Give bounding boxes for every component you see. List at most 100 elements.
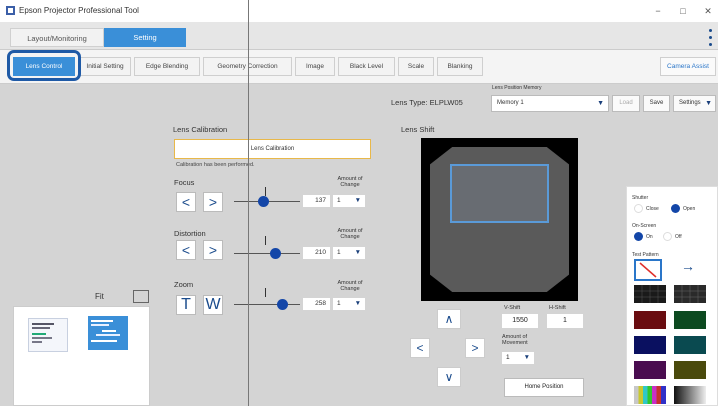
tab-setting[interactable]: Setting xyxy=(104,28,186,47)
lens-position-memory-label: Lens Position Memory xyxy=(492,85,542,91)
fit-label: Fit xyxy=(95,292,104,301)
zoom-slider-tick xyxy=(265,288,266,297)
zoom-slider-track xyxy=(234,304,300,305)
lens-type-label: Lens Type: ELPLW05 xyxy=(391,98,463,107)
close-button[interactable]: ✕ xyxy=(701,5,715,17)
shutter-close-label: Close xyxy=(646,206,659,212)
subtab-image[interactable]: Image xyxy=(295,57,335,76)
projector-card-2[interactable] xyxy=(88,316,128,350)
shift-left-button[interactable]: < xyxy=(410,338,430,358)
zoom-wide-button[interactable]: W xyxy=(203,295,223,315)
shutter-open-radio[interactable] xyxy=(671,204,680,213)
distortion-decrease-button[interactable]: < xyxy=(176,240,196,260)
no-pattern-icon[interactable] xyxy=(634,259,662,281)
dropdown-arrow-icon: ▼ xyxy=(705,100,712,107)
focus-amount-value: 1 xyxy=(337,197,341,204)
zoom-tele-button[interactable]: T xyxy=(176,295,196,315)
shift-right-button[interactable]: > xyxy=(465,338,485,358)
distortion-increase-button[interactable]: > xyxy=(203,240,223,260)
distortion-slider-knob[interactable] xyxy=(270,248,281,259)
distortion-amount-label: Amount of Change xyxy=(337,228,363,240)
grid-pattern-icon xyxy=(634,285,666,303)
lens-shift-title: Lens Shift xyxy=(401,125,435,134)
shift-up-button[interactable]: ∧ xyxy=(437,309,461,329)
distortion-slider-track xyxy=(234,253,300,254)
movement-amount-select[interactable]: 1 ▼ xyxy=(502,352,534,364)
test-pattern-label: Test Pattern xyxy=(632,252,659,258)
divider-line xyxy=(248,0,249,406)
distortion-value: 210 xyxy=(303,247,330,259)
pattern-grid-gray[interactable] xyxy=(674,285,706,303)
projector-card-1[interactable] xyxy=(28,318,68,352)
minimize-button[interactable]: − xyxy=(651,5,665,17)
h-shift-value: 1 xyxy=(547,314,583,328)
camera-assist-button[interactable]: Camera Assist xyxy=(660,57,716,76)
dropdown-arrow-icon: ▼ xyxy=(354,249,361,256)
distortion-amount-select[interactable]: 1 ▼ xyxy=(333,247,365,259)
current-shift-position[interactable] xyxy=(450,164,549,223)
pattern-magenta[interactable] xyxy=(634,361,666,379)
pattern-grid-black[interactable] xyxy=(634,285,666,303)
grid-pattern-icon xyxy=(674,285,706,303)
v-shift-label: V-Shift xyxy=(504,305,521,311)
subtab-edge-blending[interactable]: Edge Blending xyxy=(134,57,200,76)
home-position-button[interactable]: Home Position xyxy=(504,378,584,397)
subtab-initial-setting[interactable]: Initial Setting xyxy=(79,57,131,76)
onscreen-on-radio[interactable] xyxy=(634,232,643,241)
maximize-button[interactable]: □ xyxy=(676,5,690,17)
zoom-label: Zoom xyxy=(174,280,194,289)
window-title: Epson Projector Professional Tool xyxy=(19,6,139,15)
projector-side-panel: Shutter Close Open On-Screen On Off Test… xyxy=(626,186,718,406)
lens-control-highlight xyxy=(7,50,81,81)
tab-layout-monitoring[interactable]: Layout/Monitoring xyxy=(10,28,104,47)
zoom-amount-select[interactable]: 1 ▼ xyxy=(333,298,365,310)
pattern-color-bars[interactable] xyxy=(634,386,666,404)
memory-select[interactable]: Memory 1 ▼ xyxy=(491,95,609,112)
subtab-scale[interactable]: Scale xyxy=(398,57,434,76)
shift-down-button[interactable]: ∨ xyxy=(437,367,461,387)
focus-slider-knob[interactable] xyxy=(258,196,269,207)
memory-select-value: Memory 1 xyxy=(497,100,524,106)
zoom-slider-knob[interactable] xyxy=(277,299,288,310)
onscreen-label: On-Screen xyxy=(632,223,657,229)
focus-increase-button[interactable]: > xyxy=(203,192,223,212)
focus-amount-label: Amount of Change xyxy=(337,176,363,188)
v-shift-value: 1550 xyxy=(502,314,538,328)
pattern-green[interactable] xyxy=(674,311,706,329)
dropdown-arrow-icon: ▼ xyxy=(597,100,604,107)
onscreen-off-radio[interactable] xyxy=(663,232,672,241)
projector-card-1-details-icon xyxy=(32,323,54,343)
settings-button-label: Settings xyxy=(679,100,701,106)
next-pattern-arrow-icon[interactable]: → xyxy=(681,258,695,274)
movement-amount-value: 1 xyxy=(506,354,510,361)
layout-preview-panel xyxy=(13,306,150,406)
zoom-value: 258 xyxy=(303,298,330,310)
zoom-amount-label: Amount of Change xyxy=(337,280,363,292)
movement-amount-label: Amount of Movement xyxy=(502,334,528,346)
pattern-blue[interactable] xyxy=(634,336,666,354)
pattern-yellow[interactable] xyxy=(674,361,706,379)
onscreen-off-label: Off xyxy=(675,234,682,240)
settings-button[interactable]: Settings ▼ xyxy=(673,95,716,112)
load-button[interactable]: Load xyxy=(612,95,640,112)
projector-card-2-details-icon xyxy=(91,320,120,342)
subtab-black-level[interactable]: Black Level xyxy=(338,57,395,76)
dropdown-arrow-icon: ▼ xyxy=(354,300,361,307)
focus-label: Focus xyxy=(174,178,195,187)
calibration-status: Calibration has been performed. xyxy=(176,162,255,168)
lens-calibration-button[interactable]: Lens Calibration xyxy=(174,139,371,159)
pattern-cyan[interactable] xyxy=(674,336,706,354)
distortion-slider-tick xyxy=(265,236,266,245)
shutter-close-radio[interactable] xyxy=(634,204,643,213)
more-options-icon[interactable] xyxy=(708,27,713,49)
focus-amount-select[interactable]: 1 ▼ xyxy=(333,195,365,207)
pattern-gray-ramp[interactable] xyxy=(674,386,706,404)
pattern-red[interactable] xyxy=(634,311,666,329)
focus-decrease-button[interactable]: < xyxy=(176,192,196,212)
fit-to-window-icon[interactable] xyxy=(133,290,149,303)
distortion-label: Distortion xyxy=(174,229,206,238)
subtab-blanking[interactable]: Blanking xyxy=(437,57,483,76)
focus-slider-tick xyxy=(265,187,266,196)
save-button[interactable]: Save xyxy=(643,95,670,112)
lens-shift-area[interactable] xyxy=(421,138,578,301)
